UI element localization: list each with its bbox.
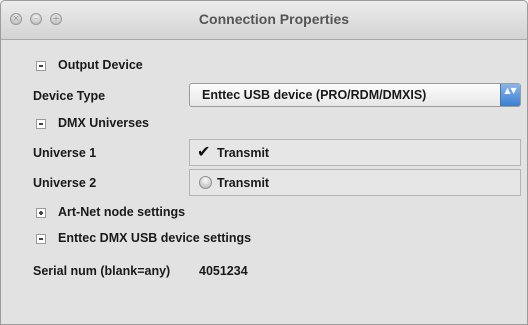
collapse-icon[interactable] xyxy=(36,119,46,129)
section-label: Output Device xyxy=(58,58,143,72)
transmit-label: Transmit xyxy=(217,176,270,190)
expand-icon[interactable] xyxy=(36,208,46,218)
transmit-checkbox[interactable] xyxy=(199,176,212,189)
device-type-select[interactable]: Enttec USB device (PRO/RDM/DMXIS) ▲▼ xyxy=(189,83,521,107)
transmit-checkbox-checked[interactable]: ✔ xyxy=(197,144,210,160)
collapse-icon[interactable] xyxy=(36,234,46,244)
serial-value[interactable]: 4051234 xyxy=(199,264,248,278)
device-type-label: Device Type xyxy=(33,89,106,103)
universe-1-label: Universe 1 xyxy=(33,146,97,160)
transmit-label: Transmit xyxy=(217,146,270,160)
device-type-value: Enttec USB device (PRO/RDM/DMXIS) xyxy=(202,88,427,102)
connection-properties-window: × – + Connection Properties Output Devic… xyxy=(0,0,528,325)
section-label: Art-Net node settings xyxy=(58,205,186,219)
universe-2-label: Universe 2 xyxy=(33,176,97,190)
collapse-icon[interactable] xyxy=(36,61,46,71)
properties-panel: Output Device Device Type Enttec USB dev… xyxy=(1,40,527,324)
select-arrows-icon: ▲▼ xyxy=(500,84,520,106)
serial-label: Serial num (blank=any) xyxy=(33,264,171,278)
section-label: DMX Universes xyxy=(58,116,150,130)
universe-2-field: Transmit xyxy=(189,169,521,196)
title-bar: × – + Connection Properties xyxy=(1,1,527,40)
universe-1-field: ✔ Transmit xyxy=(189,139,521,166)
window-title: Connection Properties xyxy=(198,11,350,27)
section-label: Enttec DMX USB device settings xyxy=(58,231,252,245)
